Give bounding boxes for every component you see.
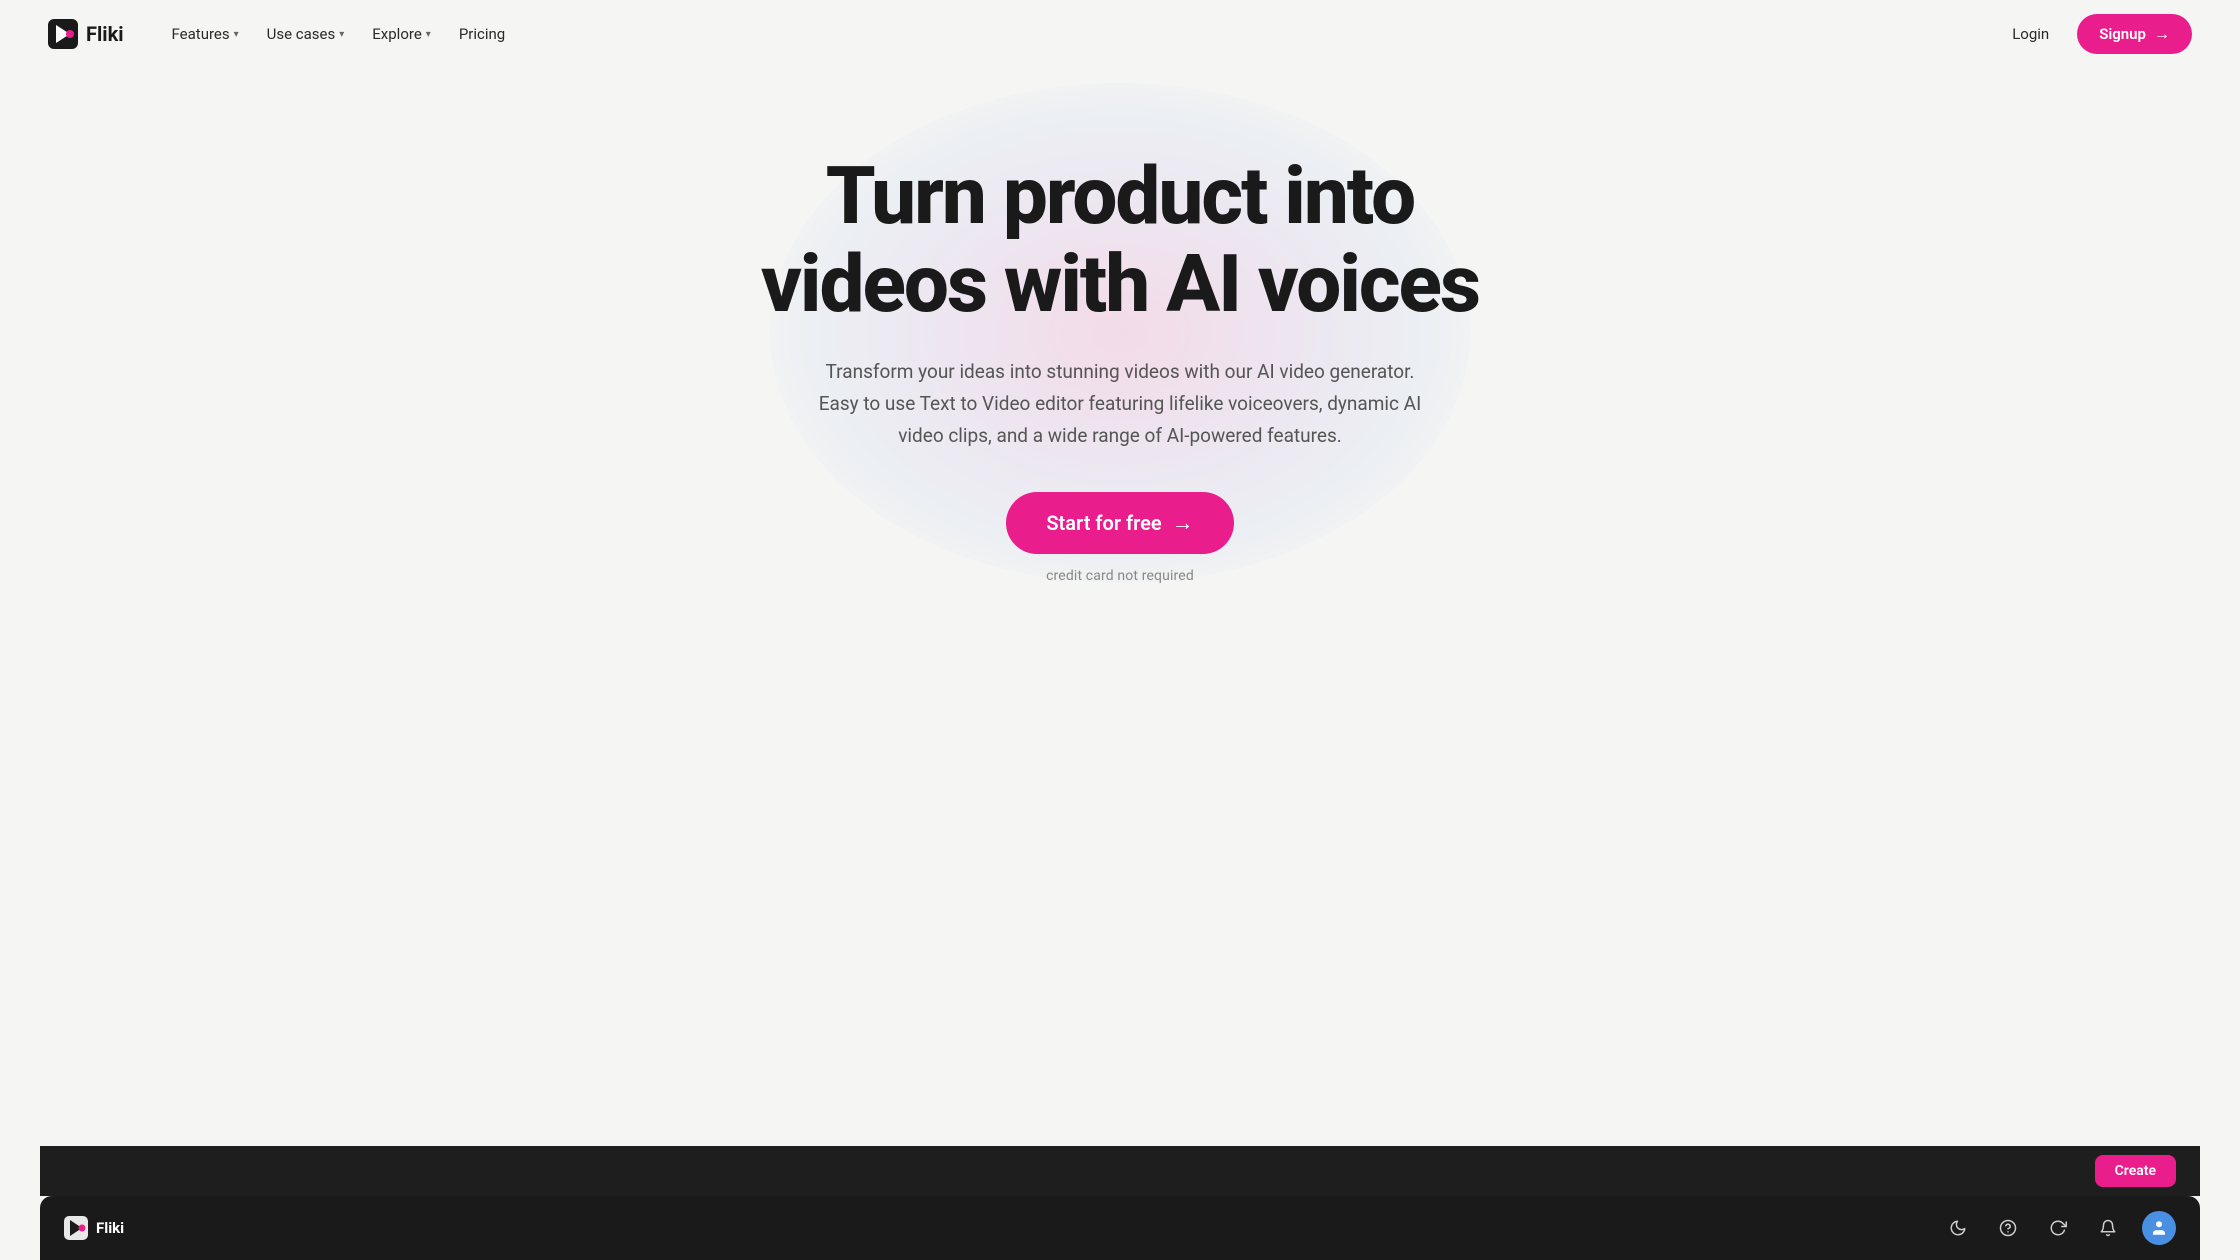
logo-text: Fliki — [86, 22, 124, 46]
bottom-bar-right — [1942, 1211, 2176, 1245]
bottom-bar-left: Fliki — [64, 1216, 124, 1240]
signup-button[interactable]: Signup → — [2077, 14, 2192, 54]
arrow-icon: → — [1172, 510, 1194, 536]
bottom-logo-text: Fliki — [96, 1219, 124, 1237]
hero-section: Turn product into videos with AI voices … — [0, 68, 2240, 648]
bell-icon[interactable] — [2092, 1212, 2124, 1244]
arrow-icon: → — [2154, 24, 2170, 44]
nav-explore[interactable]: Explore ▾ — [360, 17, 443, 51]
user-avatar[interactable] — [2142, 1211, 2176, 1245]
bottom-bar: Fliki — [40, 1196, 2200, 1260]
login-button[interactable]: Login — [2000, 17, 2061, 51]
logo[interactable]: Fliki — [48, 19, 124, 49]
credit-note: credit card not required — [761, 568, 1479, 584]
refresh-icon[interactable] — [2042, 1212, 2074, 1244]
hero-content: Turn product into videos with AI voices … — [761, 152, 1479, 585]
hero-title: Turn product into videos with AI voices — [761, 152, 1479, 328]
fliki-bottom-logo-icon — [64, 1216, 88, 1240]
bottom-create-button[interactable]: Create — [2095, 1155, 2176, 1187]
start-for-free-button[interactable]: Start for free → — [1006, 492, 1233, 554]
navbar-left: Fliki Features ▾ Use cases ▾ Explore ▾ P… — [48, 17, 517, 51]
navbar-right: Login Signup → — [2000, 14, 2192, 54]
hero-subtitle: Transform your ideas into stunning video… — [810, 356, 1430, 453]
nav-use-cases[interactable]: Use cases ▾ — [255, 17, 357, 51]
help-icon[interactable] — [1992, 1212, 2024, 1244]
navbar: Fliki Features ▾ Use cases ▾ Explore ▾ P… — [0, 0, 2240, 68]
chevron-down-icon: ▾ — [234, 29, 239, 40]
nav-pricing[interactable]: Pricing — [447, 17, 517, 51]
fliki-logo-icon — [48, 19, 78, 49]
nav-features[interactable]: Features ▾ — [160, 17, 251, 51]
chevron-down-icon: ▾ — [426, 29, 431, 40]
chevron-down-icon: ▾ — [339, 29, 344, 40]
moon-icon[interactable] — [1942, 1212, 1974, 1244]
bottom-content-area: Create — [40, 1146, 2200, 1196]
nav-links: Features ▾ Use cases ▾ Explore ▾ Pricing — [160, 17, 518, 51]
